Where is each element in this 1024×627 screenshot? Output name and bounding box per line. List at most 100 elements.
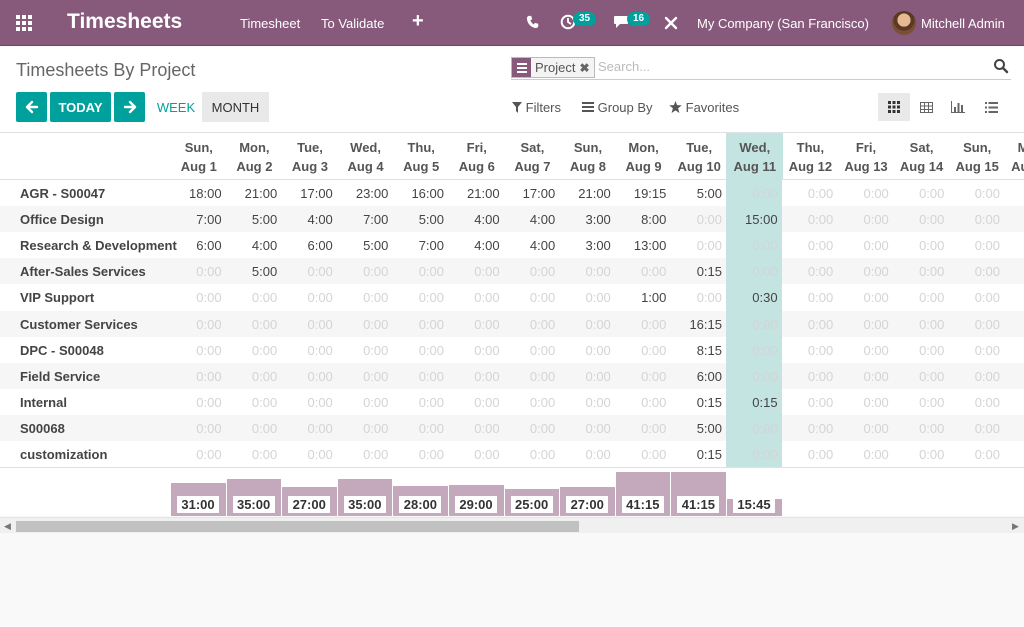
timesheet-cell[interactable]: 0:00 [1008, 343, 1024, 358]
timesheet-cell[interactable]: 0:00 [563, 369, 610, 384]
timesheet-cell[interactable]: 16:15 [674, 317, 722, 332]
timesheet-cell[interactable]: 0:00 [841, 212, 888, 227]
timesheet-cell[interactable]: 0:00 [730, 369, 777, 384]
timesheet-cell[interactable]: 0:00 [896, 343, 944, 358]
timesheet-cell[interactable]: 4:00 [507, 212, 555, 227]
timesheet-cell[interactable]: 8:00 [618, 212, 666, 227]
timesheet-cell[interactable]: 0:00 [841, 447, 888, 462]
favorites-button[interactable]: Favorites [669, 100, 739, 115]
timesheet-cell[interactable]: 0:00 [618, 264, 666, 279]
timesheet-cell[interactable]: 0:00 [1008, 421, 1024, 436]
timesheet-cell[interactable]: 0:00 [452, 290, 499, 305]
timesheet-cell[interactable]: 0:00 [952, 343, 1000, 358]
timesheet-cell[interactable]: 21:00 [452, 186, 500, 201]
timesheet-cell[interactable]: 0:00 [785, 421, 833, 436]
timesheet-cell[interactable]: 0:00 [896, 421, 944, 436]
scroll-left-icon[interactable]: ◀ [4, 521, 11, 532]
timesheet-cell[interactable]: 0:00 [1008, 212, 1024, 227]
timesheet-cell[interactable]: 0:00 [841, 186, 888, 201]
tools-icon[interactable] [664, 16, 678, 30]
timesheet-cell[interactable]: 0:00 [507, 343, 555, 358]
timesheet-cell[interactable]: 0:00 [785, 369, 833, 384]
apps-grid-icon[interactable] [16, 15, 34, 31]
timesheet-cell[interactable]: 0:00 [841, 290, 888, 305]
company-switcher[interactable]: My Company (San Francisco) [697, 16, 869, 31]
timesheet-cell[interactable]: 0:00 [174, 369, 221, 384]
timesheet-cell[interactable]: 0:00 [285, 343, 332, 358]
menu-to-validate[interactable]: To Validate [321, 16, 384, 31]
timesheet-cell[interactable]: 0:00 [618, 317, 666, 332]
timesheet-cell[interactable]: 0:00 [452, 343, 499, 358]
quick-add-icon[interactable]: + [412, 10, 424, 33]
timesheet-cell[interactable]: 5:00 [340, 238, 388, 253]
timesheet-cell[interactable]: 0:00 [730, 447, 777, 462]
timesheet-cell[interactable]: 0:00 [396, 421, 444, 436]
timesheet-cell[interactable]: 0:00 [785, 186, 833, 201]
timesheet-cell[interactable]: 0:00 [563, 317, 610, 332]
grid-view-button[interactable] [878, 93, 910, 121]
timesheet-cell[interactable]: 0:00 [452, 317, 499, 332]
timesheet-cell[interactable]: 0:00 [952, 186, 1000, 201]
timesheet-cell[interactable]: 0:00 [952, 238, 1000, 253]
timesheet-cell[interactable]: 0:00 [618, 395, 666, 410]
timesheet-cell[interactable]: 15:00 [730, 212, 778, 227]
app-title[interactable]: Timesheets [67, 10, 182, 34]
timesheet-cell[interactable]: 6:00 [285, 238, 332, 253]
previous-button[interactable] [16, 92, 47, 122]
timesheet-cell[interactable]: 0:00 [952, 421, 1000, 436]
timesheet-cell[interactable]: 0:00 [452, 395, 499, 410]
timesheet-cell[interactable]: 5:00 [674, 421, 722, 436]
timesheet-cell[interactable]: 16:00 [396, 186, 444, 201]
timesheet-cell[interactable]: 0:00 [229, 447, 277, 462]
timesheet-cell[interactable]: 0:00 [1008, 369, 1024, 384]
row-label[interactable]: Office Design [20, 212, 104, 227]
timesheet-cell[interactable]: 6:00 [674, 369, 722, 384]
timesheet-cell[interactable]: 0:00 [285, 264, 332, 279]
timesheet-cell[interactable]: 0:15 [674, 395, 722, 410]
row-label[interactable]: DPC - S00048 [20, 343, 104, 358]
timesheet-cell[interactable]: 0:00 [730, 343, 777, 358]
row-label[interactable]: AGR - S00047 [20, 186, 105, 201]
timesheet-cell[interactable]: 0:00 [785, 238, 833, 253]
timesheet-cell[interactable]: 0:15 [674, 447, 722, 462]
timesheet-cell[interactable]: 0:00 [841, 421, 888, 436]
timesheet-cell[interactable]: 0:00 [285, 290, 332, 305]
timesheet-cell[interactable]: 0:00 [507, 264, 555, 279]
timesheet-cell[interactable]: 0:00 [563, 343, 610, 358]
user-menu[interactable]: Mitchell Admin [921, 16, 1005, 31]
timesheet-cell[interactable]: 7:00 [396, 238, 444, 253]
timesheet-cell[interactable]: 0:00 [785, 212, 833, 227]
timesheet-cell[interactable]: 4:00 [285, 212, 332, 227]
timesheet-cell[interactable]: 19:15 [618, 186, 667, 201]
timesheet-cell[interactable]: 0:00 [174, 421, 221, 436]
phone-icon[interactable] [526, 15, 540, 29]
next-button[interactable] [114, 92, 145, 122]
timesheet-cell[interactable]: 0:00 [396, 369, 444, 384]
timesheet-cell[interactable]: 0:00 [896, 238, 944, 253]
timesheet-cell[interactable]: 0:00 [229, 343, 277, 358]
timesheet-cell[interactable]: 0:00 [952, 290, 1000, 305]
timesheet-cell[interactable]: 0:00 [674, 212, 722, 227]
timesheet-cell[interactable]: 3:00 [563, 238, 610, 253]
timesheet-cell[interactable]: 0:00 [174, 447, 221, 462]
timesheet-cell[interactable]: 0:00 [229, 369, 277, 384]
timesheet-cell[interactable]: 0:00 [507, 317, 555, 332]
timesheet-cell[interactable]: 0:00 [1008, 447, 1024, 462]
timesheet-cell[interactable]: 4:00 [507, 238, 555, 253]
timesheet-cell[interactable]: 0:00 [952, 212, 1000, 227]
timesheet-cell[interactable]: 17:00 [285, 186, 333, 201]
timesheet-cell[interactable]: 0:00 [896, 264, 944, 279]
close-icon[interactable]: ✖ [579, 61, 593, 75]
timesheet-cell[interactable]: 0:00 [674, 238, 722, 253]
timesheet-cell[interactable]: 1:00 [618, 290, 666, 305]
timesheet-cell[interactable]: 0:00 [730, 264, 777, 279]
timesheet-cell[interactable]: 0:00 [841, 264, 888, 279]
row-label[interactable]: After-Sales Services [20, 264, 146, 279]
timesheet-cell[interactable]: 0:00 [785, 447, 833, 462]
timesheet-cell[interactable]: 0:00 [785, 317, 833, 332]
timesheet-cell[interactable]: 0:00 [1008, 186, 1024, 201]
timesheet-cell[interactable]: 0:00 [841, 317, 888, 332]
timesheet-cell[interactable]: 0:00 [396, 343, 444, 358]
timesheet-cell[interactable]: 0:00 [563, 395, 610, 410]
timesheet-cell[interactable]: 0:00 [730, 421, 777, 436]
